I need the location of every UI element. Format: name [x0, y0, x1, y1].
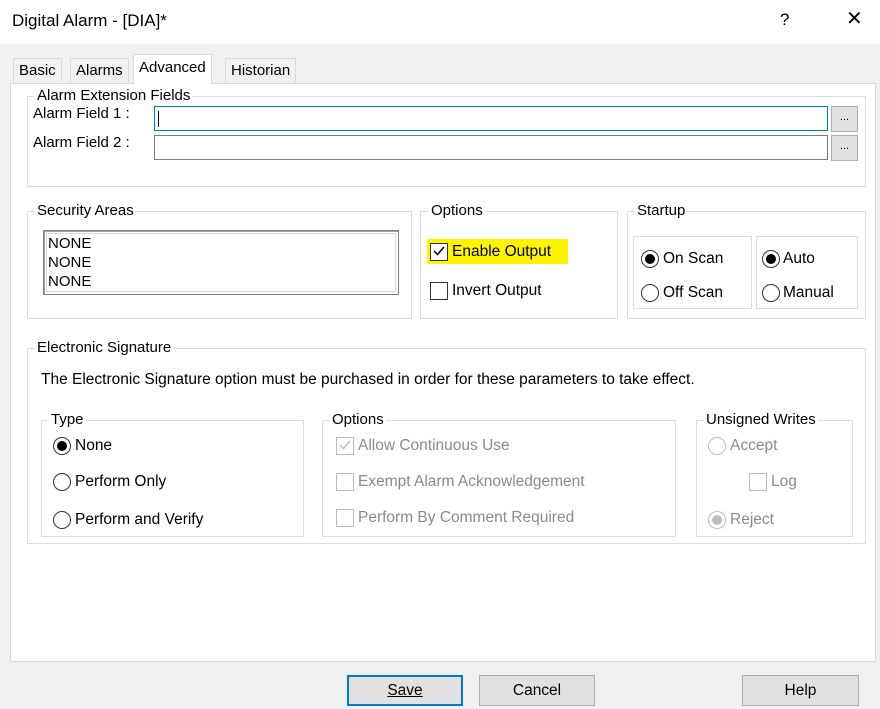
help-button[interactable]: Help: [742, 675, 859, 706]
esig-type-legend: Type: [49, 411, 86, 428]
window-title: Digital Alarm - [DIA]*: [12, 11, 167, 30]
auto-label[interactable]: Auto: [783, 250, 815, 268]
type-none-radio[interactable]: [53, 437, 71, 455]
esig-notice: The Electronic Signature option must be …: [41, 371, 695, 388]
security-areas-listbox[interactable]: NONE NONE NONE: [43, 230, 399, 295]
auto-radio[interactable]: [762, 250, 780, 268]
manual-radio[interactable]: [762, 284, 780, 302]
enable-output-label[interactable]: Enable Output: [452, 243, 551, 261]
log-label[interactable]: Log: [771, 473, 797, 491]
type-none-label[interactable]: None: [75, 437, 112, 455]
alarm-field-1-input[interactable]: [154, 106, 828, 131]
off-scan-radio[interactable]: [641, 284, 659, 302]
startup-legend: Startup: [635, 202, 688, 219]
alarm-field-1-browse-button[interactable]: ...: [831, 106, 858, 132]
cancel-button-label: Cancel: [512, 682, 562, 699]
tab-basic[interactable]: Basic: [13, 58, 62, 82]
manual-label[interactable]: Manual: [783, 284, 834, 302]
text-cursor: [158, 111, 159, 127]
off-scan-label[interactable]: Off Scan: [663, 284, 723, 302]
exempt-ack-label[interactable]: Exempt Alarm Acknowledgement: [358, 473, 585, 491]
tab-alarms[interactable]: Alarms: [70, 58, 129, 82]
allow-continuous-checkbox[interactable]: [336, 437, 354, 455]
options-legend: Options: [429, 202, 485, 219]
perform-by-comment-checkbox[interactable]: [336, 509, 354, 527]
type-perform-only-label[interactable]: Perform Only: [75, 473, 166, 491]
esig-legend: Electronic Signature: [35, 339, 174, 356]
type-perform-verify-label[interactable]: Perform and Verify: [75, 511, 203, 529]
check-icon: [339, 440, 351, 450]
tab-historian[interactable]: Historian: [225, 58, 297, 82]
invert-output-label[interactable]: Invert Output: [452, 282, 542, 300]
cancel-button[interactable]: Cancel: [479, 675, 595, 706]
log-checkbox[interactable]: [749, 473, 767, 491]
close-icon[interactable]: ✕: [846, 9, 863, 29]
alarm-extension-legend: Alarm Extension Fields: [35, 87, 193, 104]
alarm-field-2-label: Alarm Field 2 :: [33, 134, 130, 151]
invert-output-checkbox[interactable]: [430, 282, 448, 300]
help-button-label: Help: [784, 682, 817, 699]
tab-advanced[interactable]: Advanced: [133, 54, 212, 84]
on-scan-label[interactable]: On Scan: [663, 250, 723, 268]
esig-options-legend: Options: [330, 411, 386, 428]
save-button-label: Save: [387, 682, 423, 699]
on-scan-radio[interactable]: [641, 250, 659, 268]
check-icon: [433, 246, 445, 256]
options-group: [420, 211, 618, 319]
unsigned-writes-legend: Unsigned Writes: [704, 411, 818, 428]
reject-radio[interactable]: [708, 511, 726, 529]
type-perform-verify-radio[interactable]: [53, 511, 71, 529]
security-areas-legend: Security Areas: [35, 202, 136, 219]
help-icon[interactable]: ?: [780, 10, 789, 30]
reject-label[interactable]: Reject: [730, 511, 774, 529]
accept-label[interactable]: Accept: [730, 437, 777, 455]
alarm-field-1-label: Alarm Field 1 :: [33, 105, 130, 122]
alarm-field-2-browse-button[interactable]: ...: [831, 135, 858, 161]
list-item[interactable]: NONE: [48, 253, 91, 272]
save-button[interactable]: Save: [347, 675, 463, 706]
enable-output-checkbox[interactable]: [430, 243, 448, 261]
list-item[interactable]: NONE: [48, 234, 91, 253]
exempt-ack-checkbox[interactable]: [336, 473, 354, 491]
accept-radio[interactable]: [708, 437, 726, 455]
type-perform-only-radio[interactable]: [53, 473, 71, 491]
allow-continuous-label[interactable]: Allow Continuous Use: [358, 437, 510, 455]
perform-by-comment-label[interactable]: Perform By Comment Required: [358, 509, 574, 527]
list-item[interactable]: NONE: [48, 272, 91, 291]
alarm-field-2-input[interactable]: [154, 135, 828, 160]
